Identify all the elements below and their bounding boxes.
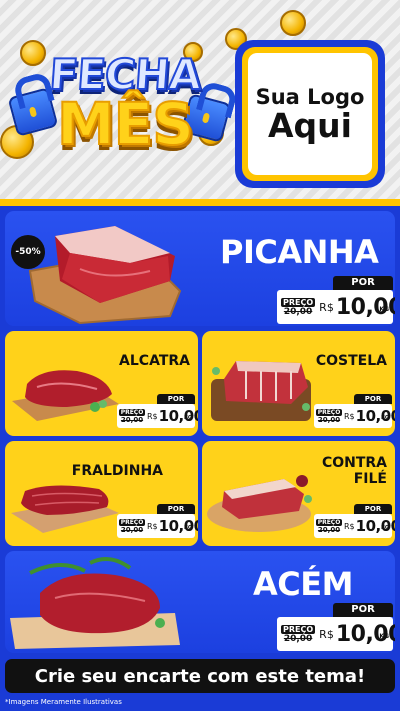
price-value: 10,00 — [158, 407, 198, 425]
product-card-picanha[interactable]: -50% PICANHA POR PREÇO 20,00 R$ 10,00 KG — [5, 211, 395, 326]
cta-banner[interactable]: Crie seu encarte com este tema! — [5, 659, 395, 693]
unit-label: KG — [381, 415, 389, 421]
acem-image — [10, 557, 180, 649]
picanha-image — [28, 226, 182, 325]
product-name: CONTRA FILÉ — [322, 455, 387, 487]
title-bottom: MÊS — [56, 89, 195, 159]
preco-label: PREÇO — [315, 408, 343, 416]
logo-frame: Sua Logo Aqui — [242, 47, 378, 181]
old-price: 20,00 — [283, 306, 313, 317]
old-price-box: PREÇO 20,00 — [315, 404, 343, 428]
logo-placeholder[interactable]: Sua Logo Aqui — [235, 40, 385, 188]
currency: R$ — [344, 521, 355, 531]
product-card-alcatra[interactable]: ALCATRA POR PREÇO 20,00 R$ 10,00 KG — [5, 331, 198, 436]
price-tag: POR PREÇO 20,00 R$ 10,00 KG — [277, 276, 395, 324]
price-body: PREÇO 20,00 R$ 10,00 KG — [314, 514, 395, 538]
por-label: POR — [333, 276, 393, 290]
unit-label: KG — [184, 525, 192, 531]
costela-image — [211, 361, 311, 421]
coin-icon — [280, 10, 306, 36]
price-body: PREÇO 20,00 R$ 10,00 KG — [277, 290, 395, 324]
preco-label: PREÇO — [281, 297, 316, 307]
unit-label: KG — [379, 633, 389, 640]
price-tag: POR PREÇO 20,00 R$ 10,00 KG — [117, 504, 198, 538]
preco-label: PREÇO — [118, 408, 146, 416]
product-name: COSTELA — [315, 353, 387, 369]
discount-badge: -50% — [11, 235, 45, 269]
contra-file-image — [207, 475, 312, 532]
preco-label: PREÇO — [281, 624, 316, 634]
unit-label: KG — [381, 525, 389, 531]
logo-panel: Sua Logo Aqui — [248, 53, 372, 175]
old-price: 20,00 — [120, 525, 144, 534]
old-price-box: PREÇO 20,00 — [281, 290, 316, 324]
por-label: POR — [354, 504, 392, 514]
unit-label: KG — [379, 306, 389, 313]
currency: R$ — [147, 411, 158, 421]
product-area: -50% PICANHA POR PREÇO 20,00 R$ 10,00 KG… — [0, 206, 400, 711]
old-price-box: PREÇO 20,00 — [281, 617, 316, 651]
price-body: PREÇO 20,00 R$ 10,00 KG — [277, 617, 395, 651]
old-price-box: PREÇO 20,00 — [118, 404, 146, 428]
currency: R$ — [344, 411, 355, 421]
title-block: FECHA MÊS — [7, 40, 232, 170]
por-label: POR — [157, 394, 195, 404]
product-name: ACÉM — [253, 565, 353, 603]
product-name: FRALDINHA — [71, 463, 163, 479]
price-body: PREÇO 20,00 R$ 10,00 KG — [314, 404, 395, 428]
old-price: 20,00 — [317, 525, 341, 534]
old-price-box: PREÇO 20,00 — [315, 514, 343, 538]
por-label: POR — [157, 504, 195, 514]
por-label: POR — [333, 603, 393, 617]
divider-band — [0, 199, 400, 206]
old-price-box: PREÇO 20,00 — [118, 514, 146, 538]
price-value: 10,00 — [355, 407, 395, 425]
old-price: 20,00 — [317, 415, 341, 424]
disclaimer: *Imagens Meramente Ilustrativas — [5, 698, 122, 706]
price-tag: POR PREÇO 20,00 R$ 10,00 KG — [117, 394, 198, 428]
logo-text-line2: Aqui — [268, 105, 352, 145]
price-body: PREÇO 20,00 R$ 10,00 KG — [117, 514, 198, 538]
por-label: POR — [354, 394, 392, 404]
currency: R$ — [319, 300, 334, 314]
price-value: 10,00 — [158, 517, 198, 535]
product-name-line1: CONTRA — [321, 455, 387, 471]
preco-label: PREÇO — [315, 518, 343, 526]
product-card-fraldinha[interactable]: FRALDINHA POR PREÇO 20,00 R$ 10,00 KG — [5, 441, 198, 546]
price-tag: POR PREÇO 20,00 R$ 10,00 KG — [277, 603, 395, 651]
product-card-costela[interactable]: COSTELA POR PREÇO 20,00 R$ 10,00 KG — [202, 331, 395, 436]
product-name-line2: FILÉ — [353, 471, 387, 488]
price-tag: POR PREÇO 20,00 R$ 10,00 KG — [314, 504, 395, 538]
header: FECHA MÊS Sua Logo Aqui — [0, 0, 400, 200]
alcatra-image — [12, 370, 119, 421]
price-tag: POR PREÇO 20,00 R$ 10,00 KG — [314, 394, 395, 428]
old-price: 20,00 — [120, 415, 144, 424]
old-price: 20,00 — [283, 633, 313, 644]
price-value: 10,00 — [355, 517, 395, 535]
unit-label: KG — [184, 415, 192, 421]
product-name: ALCATRA — [119, 353, 190, 369]
preco-label: PREÇO — [118, 518, 146, 526]
currency: R$ — [147, 521, 158, 531]
product-card-acem[interactable]: ACÉM POR PREÇO 20,00 R$ 10,00 KG — [5, 551, 395, 653]
product-name: PICANHA — [220, 233, 379, 271]
currency: R$ — [319, 627, 334, 641]
product-card-contra-file[interactable]: CONTRA FILÉ POR PREÇO 20,00 R$ 10,00 KG — [202, 441, 395, 546]
price-body: PREÇO 20,00 R$ 10,00 KG — [117, 404, 198, 428]
